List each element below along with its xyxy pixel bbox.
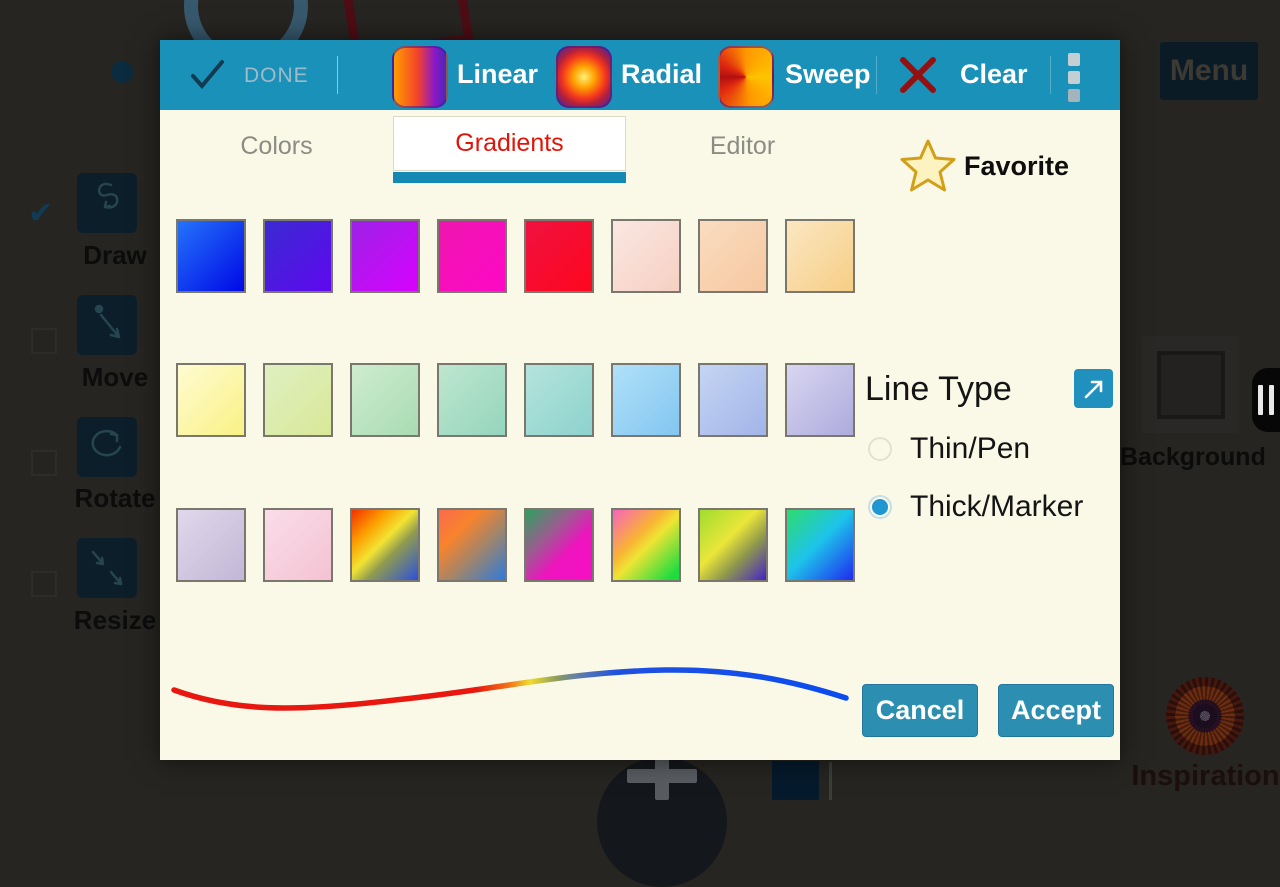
drawer-handle[interactable] [1252, 368, 1280, 432]
radio-selected-icon[interactable] [868, 495, 892, 519]
line-type-option-thick[interactable]: Thick/Marker [868, 490, 1083, 524]
gradient-swatch-r2-c5[interactable] [524, 363, 594, 437]
gradient-swatch-r2-c7[interactable] [698, 363, 768, 437]
gradient-swatch-r2-c2[interactable] [263, 363, 333, 437]
gradient-swatch-r3-c7[interactable] [698, 508, 768, 582]
header-divider [1050, 56, 1051, 94]
clear-x-icon[interactable] [895, 52, 941, 98]
background-label: Background [1120, 443, 1265, 472]
gradient-swatch-row [176, 363, 855, 437]
gradient-swatch-r2-c3[interactable] [350, 363, 420, 437]
gradient-swatch-row [176, 219, 855, 293]
line-type-title: Line Type [865, 370, 1012, 409]
gradient-swatch-r3-c8[interactable] [785, 508, 855, 582]
active-tab-underline [393, 172, 626, 183]
gradient-swatch-r3-c4[interactable] [437, 508, 507, 582]
draw-tool-label: Draw [60, 240, 170, 271]
thin-pen-label: Thin/Pen [910, 432, 1030, 466]
resize-tool-tile[interactable] [77, 538, 137, 598]
menu-button-label: Menu [1170, 54, 1248, 88]
draw-tool-tile[interactable] [77, 173, 137, 233]
gradient-swatch-r2-c1[interactable] [176, 363, 246, 437]
gradient-swatch-r3-c5[interactable] [524, 508, 594, 582]
move-tool-tile[interactable] [77, 295, 137, 355]
inspiration-label: Inspiration [1118, 760, 1280, 793]
gradient-swatch-r1-c4[interactable] [437, 219, 507, 293]
draw-icon [77, 173, 137, 233]
gradient-swatch-r3-c3[interactable] [350, 508, 420, 582]
gradient-swatch-r1-c5[interactable] [524, 219, 594, 293]
tab-bar: Colors Gradients Editor [160, 110, 860, 182]
tab-gradients[interactable]: Gradients [393, 116, 626, 171]
resize-tool-label: Resize [60, 605, 170, 636]
cancel-button[interactable]: Cancel [862, 684, 978, 737]
radial-gradient-chip-icon[interactable] [556, 46, 612, 108]
gradient-swatch-r3-c1[interactable] [176, 508, 246, 582]
move-icon [77, 295, 137, 355]
rotate-checkbox[interactable] [31, 450, 57, 476]
gradient-swatch-r1-c2[interactable] [263, 219, 333, 293]
overflow-menu-icon[interactable] [1068, 53, 1080, 102]
draw-checkbox[interactable]: ✔ [28, 200, 56, 228]
diagonal-arrow-icon [1081, 376, 1107, 402]
gradient-stroke-preview [165, 658, 855, 720]
cancel-button-label: Cancel [876, 695, 965, 726]
bottom-divider [829, 762, 832, 800]
linear-mode-button[interactable]: Linear [457, 59, 538, 90]
thick-marker-label: Thick/Marker [910, 490, 1083, 524]
favorite-button[interactable]: Favorite [898, 136, 1069, 196]
background-thumbnail[interactable] [1142, 336, 1239, 433]
gradient-swatch-r1-c1[interactable] [176, 219, 246, 293]
handle-grip-icon [1269, 385, 1274, 415]
header-divider [876, 56, 877, 94]
gradient-swatch-r2-c4[interactable] [437, 363, 507, 437]
sweep-mode-button[interactable]: Sweep [785, 59, 871, 90]
gradient-swatch-row [176, 508, 855, 582]
resize-checkbox[interactable] [31, 571, 57, 597]
gradient-swatch-r2-c6[interactable] [611, 363, 681, 437]
move-tool-label: Move [60, 362, 170, 393]
star-icon [898, 136, 958, 196]
clear-button[interactable]: Clear [960, 59, 1028, 90]
header-divider [337, 56, 338, 94]
dialog-header: DONE Linear Radial Sweep Clear [160, 40, 1120, 110]
gradient-swatch-r1-c3[interactable] [350, 219, 420, 293]
inspiration-icon[interactable] [1166, 677, 1244, 755]
linear-gradient-chip-icon[interactable] [392, 46, 448, 108]
radio-unselected-icon[interactable] [868, 437, 892, 461]
gradient-picker-dialog: DONE Linear Radial Sweep Clear Colors Gr… [160, 40, 1120, 760]
gradient-swatch-r3-c6[interactable] [611, 508, 681, 582]
tab-editor[interactable]: Editor [626, 110, 859, 182]
sweep-gradient-chip-icon[interactable] [718, 46, 774, 108]
line-type-expand-button[interactable] [1074, 369, 1113, 408]
gradient-swatch-r2-c8[interactable] [785, 363, 855, 437]
gradient-swatch-r1-c8[interactable] [785, 219, 855, 293]
favorite-label: Favorite [964, 151, 1069, 182]
done-button[interactable]: DONE [244, 64, 309, 88]
background-thumbnail-inner [1157, 351, 1225, 419]
radial-mode-button[interactable]: Radial [621, 59, 702, 90]
gradient-swatch-r1-c6[interactable] [611, 219, 681, 293]
accept-button[interactable]: Accept [998, 684, 1114, 737]
rotate-tool-tile[interactable] [77, 417, 137, 477]
menu-button[interactable]: Menu [1160, 42, 1258, 100]
accept-button-label: Accept [1011, 695, 1101, 726]
move-checkbox[interactable] [31, 328, 57, 354]
handle-grip-icon [1258, 385, 1263, 415]
rotate-icon [77, 417, 137, 477]
plus-icon [655, 757, 669, 800]
gradient-swatch-r3-c2[interactable] [263, 508, 333, 582]
rotate-tool-label: Rotate [60, 483, 170, 514]
done-check-icon[interactable] [188, 56, 228, 92]
bottom-color-chip[interactable] [772, 761, 819, 800]
tab-colors[interactable]: Colors [160, 110, 393, 182]
gradient-swatch-r1-c7[interactable] [698, 219, 768, 293]
resize-icon [77, 538, 137, 598]
line-type-option-thin[interactable]: Thin/Pen [868, 432, 1030, 466]
background-dot-shape [111, 61, 133, 83]
